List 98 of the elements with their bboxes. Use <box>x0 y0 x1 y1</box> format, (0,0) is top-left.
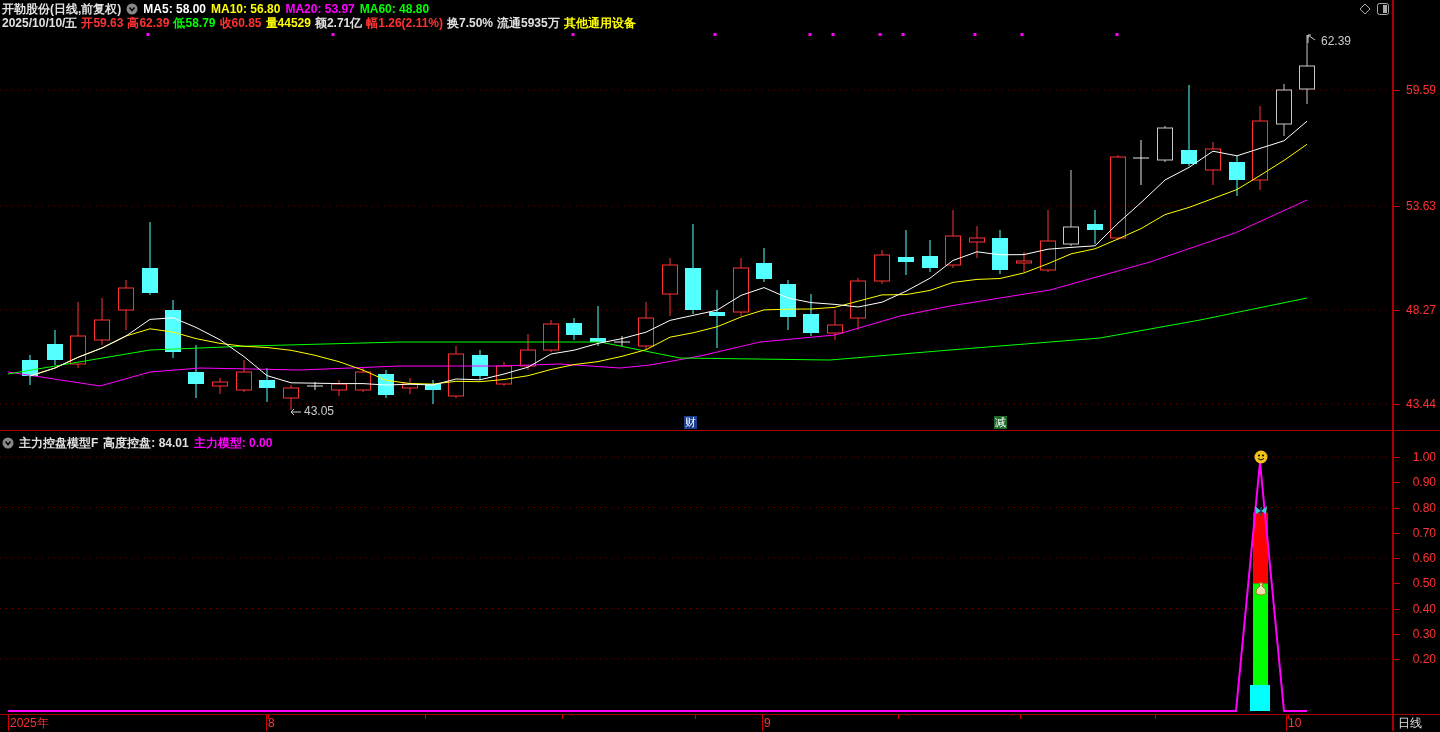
collapse-icon[interactable] <box>2 437 14 449</box>
indicator-value: 高度控盘: 84.01 <box>103 436 189 450</box>
indicator-axis-label: 0.80 <box>1412 500 1436 515</box>
candlestick <box>425 379 441 405</box>
quote-value: 开59.63 <box>81 16 124 30</box>
smiley-icon <box>1254 450 1268 464</box>
quote-value: 其他通用设备 <box>563 16 636 30</box>
panel-toggle-icon[interactable] <box>1377 3 1389 15</box>
candlestick <box>1040 209 1056 273</box>
candlestick <box>1157 125 1173 163</box>
stock-title: 开勒股份(日线,前复权) <box>2 2 122 16</box>
indicator-axis-label: 0.20 <box>1412 652 1436 666</box>
indicator-axis-label: 0.70 <box>1412 525 1436 540</box>
candlestick <box>94 297 110 346</box>
indicator-value: 主力模型: 0.00 <box>193 436 273 450</box>
candlestick <box>827 309 843 341</box>
candlestick <box>236 359 252 393</box>
indicator-axis-label: 0.50 <box>1412 576 1436 591</box>
price-axis-label: 43.44 <box>1405 397 1436 411</box>
diamond-icon[interactable] <box>1359 3 1371 15</box>
candlestick <box>1276 83 1292 137</box>
moving-average-value: MA5: 58.00 <box>143 2 207 16</box>
candlestick <box>638 301 654 351</box>
candlestick <box>1299 34 1315 105</box>
candlestick <box>496 361 512 387</box>
candlestick <box>613 335 631 347</box>
low-price-label: 43.05 <box>304 405 335 418</box>
quote-value: 换7.50% <box>447 16 493 30</box>
event-tag[interactable]: 财 <box>684 416 697 429</box>
date-axis-label: 10 <box>1288 716 1302 730</box>
candlestick <box>992 229 1008 275</box>
candlestick <box>306 381 324 391</box>
indicator-axis-label: 0.60 <box>1412 551 1436 565</box>
event-tag[interactable]: 减 <box>994 416 1007 429</box>
candlestick <box>733 257 749 317</box>
price-axis-label: 59.59 <box>1405 83 1436 97</box>
candlestick <box>543 319 559 353</box>
candlestick <box>165 299 181 359</box>
butterfly-icon <box>1254 504 1268 518</box>
candlestick <box>355 367 371 393</box>
high-price-label: 62.39 <box>1321 35 1352 48</box>
date-axis-label: 8 <box>268 716 275 730</box>
candlestick <box>922 239 938 273</box>
candlestick <box>969 225 985 259</box>
candlestick <box>874 249 890 285</box>
indicator-axis-label: 0.30 <box>1412 626 1436 641</box>
pointer-arrow-icon <box>290 408 302 416</box>
candlestick <box>283 384 299 411</box>
candlestick <box>188 344 204 399</box>
candlestick <box>803 293 819 337</box>
indicator-axis-label: 0.90 <box>1412 475 1436 490</box>
collapse-icon[interactable] <box>126 3 139 15</box>
candlestick <box>118 279 134 331</box>
money-bag-icon <box>1254 582 1268 596</box>
quote-value: 额2.71亿 <box>314 16 363 30</box>
price-axis-label: 53.63 <box>1405 199 1436 213</box>
candlestick <box>709 289 725 349</box>
candlestick <box>1087 209 1103 245</box>
moving-average-value: MA60: 48.80 <box>359 2 430 16</box>
candlestick <box>780 279 796 331</box>
date-axis-label: 2025年 <box>10 716 49 730</box>
moving-average-value: MA10: 56.80 <box>211 2 281 16</box>
quote-value: 低58.79 <box>173 16 216 30</box>
period-label[interactable]: 日线 <box>1398 716 1422 730</box>
candlestick <box>331 379 347 397</box>
candlestick <box>472 349 488 381</box>
quote-value: 高62.39 <box>127 16 170 30</box>
candlestick <box>566 317 582 341</box>
candlestick <box>259 367 275 403</box>
candlestick <box>756 247 772 283</box>
quote-value: 流通5935万 <box>497 16 560 30</box>
candlestick <box>1229 155 1245 197</box>
date-axis-label: 9 <box>764 716 771 730</box>
indicator-axis-label: 1.00 <box>1412 450 1436 464</box>
candlestick <box>1132 139 1150 186</box>
candlestick <box>520 333 536 371</box>
candlestick <box>1016 251 1032 273</box>
candlestick <box>448 345 464 399</box>
candlestick <box>945 209 961 269</box>
pointer-arrow-icon <box>1307 34 1317 44</box>
quote-value: 幅1.26(2.11%) <box>366 16 443 30</box>
quote-value: 量44529 <box>265 16 311 30</box>
moving-average-value: MA20: 53.97 <box>285 2 355 16</box>
quote-value: 2025/10/10/五 <box>2 16 78 30</box>
candlestick <box>70 301 86 369</box>
candlestick <box>212 377 228 395</box>
indicator-name: 主力控盘模型F <box>19 436 99 450</box>
candlestick <box>47 329 63 366</box>
candlestick <box>850 277 866 331</box>
candlestick <box>662 257 678 317</box>
candlestick <box>1205 141 1221 186</box>
indicator-axis-label: 0.40 <box>1412 601 1436 616</box>
candlestick <box>898 229 914 276</box>
candlestick <box>590 305 606 347</box>
candlestick <box>22 354 38 386</box>
candlestick <box>402 377 418 395</box>
price-axis-label: 48.27 <box>1405 303 1436 317</box>
quote-value: 收60.85 <box>219 16 262 30</box>
